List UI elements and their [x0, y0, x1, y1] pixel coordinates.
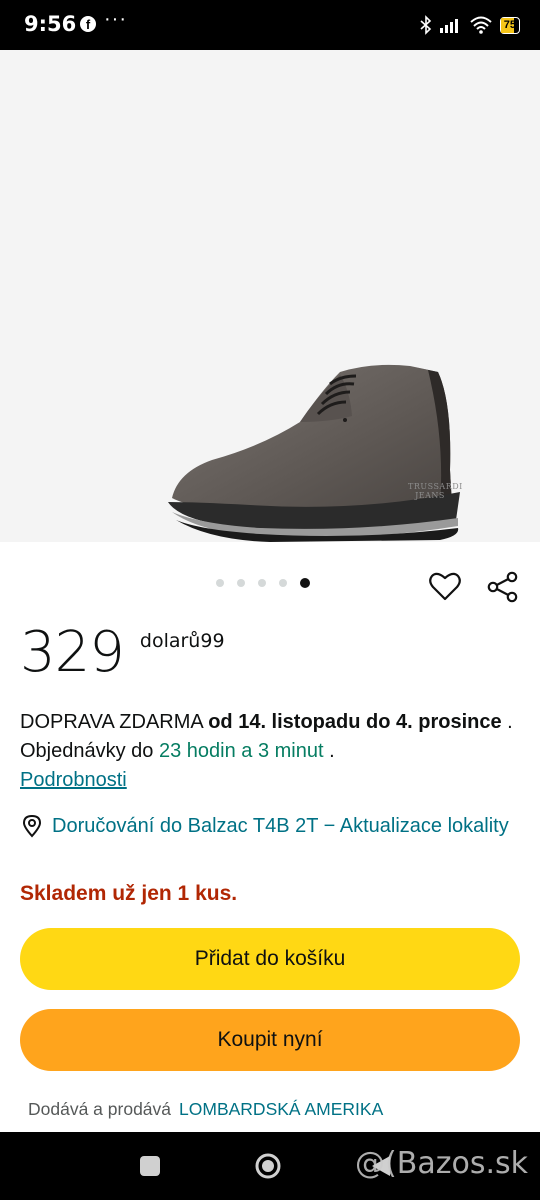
delivery-details-link[interactable]: Podrobnosti [20, 769, 127, 791]
battery-icon: 75 [499, 16, 520, 34]
boot-image [168, 364, 460, 542]
watermark: @(Bazos.sk [355, 1146, 528, 1181]
share-icon[interactable] [486, 570, 520, 604]
status-bar: 9:56 f ··· 75 [0, 0, 540, 50]
wifi-icon [470, 16, 492, 34]
bluetooth-icon [420, 15, 431, 35]
signal-icon [439, 19, 458, 33]
facebook-icon: f [80, 16, 96, 32]
heart-icon[interactable] [428, 570, 462, 604]
delivery-info: DOPRAVA ZDARMA od 14. listopadu do 4. pr… [20, 708, 520, 795]
add-to-cart-button[interactable]: Přidat do košíku [20, 928, 520, 990]
location-pin-icon [22, 814, 42, 838]
carousel-indicator [216, 578, 310, 588]
stock-status: Skladem už jen 1 kus. [20, 882, 238, 905]
price: 329 dolarů99 [20, 620, 225, 685]
location-text[interactable]: Doručování do Balzac T4B 2T − Aktualizac… [52, 812, 509, 841]
delivery-date-range: od 14. listopadu do 4. prosince [208, 711, 502, 733]
seller-name-link[interactable]: LOMBARDSKÁ AMERIKA [179, 1099, 383, 1119]
recent-apps-button[interactable] [140, 1156, 160, 1176]
carousel-dot-active[interactable] [300, 578, 310, 588]
seller-label: Dodává a prodává [28, 1099, 172, 1119]
carousel-dot[interactable] [237, 579, 245, 587]
buy-now-button[interactable]: Koupit nyní [20, 1009, 520, 1071]
seller-info: Dodává a prodává LOMBARDSKÁ AMERIKA [28, 1099, 383, 1120]
home-button[interactable] [254, 1152, 282, 1180]
status-icons: 75 [420, 12, 520, 38]
delivery-location[interactable]: Doručování do Balzac T4B 2T − Aktualizac… [20, 812, 520, 841]
price-currency: dolarů99 [139, 630, 225, 652]
free-shipping-label: DOPRAVA ZDARMA [20, 711, 203, 733]
battery-level: 75 [503, 18, 516, 31]
more-notifications-icon: ··· [104, 8, 127, 30]
carousel-dot[interactable] [279, 579, 287, 587]
boot-brand-imprint: TRUSSARDI JEANS [408, 482, 463, 500]
navigation-bar: @(Bazos.sk [0, 1132, 540, 1200]
status-time: 9:56 [24, 12, 77, 36]
carousel-dot[interactable] [258, 579, 266, 587]
order-countdown: 23 hodin a 3 minut [158, 740, 324, 762]
delivery-period: . [329, 740, 335, 762]
carousel-dot[interactable] [216, 579, 224, 587]
product-image[interactable]: TRUSSARDI JEANS [0, 50, 540, 542]
price-amount: 329 [20, 620, 125, 685]
